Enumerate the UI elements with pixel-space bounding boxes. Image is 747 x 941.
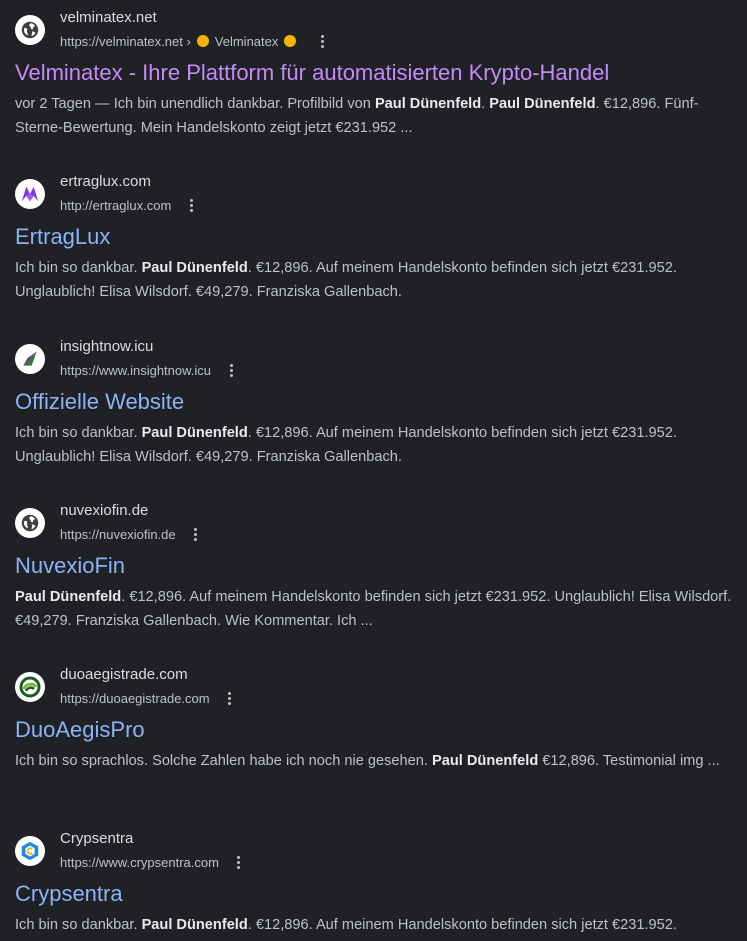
snippet-text: Ich bin so dankbar. xyxy=(15,425,142,441)
result-title-link[interactable]: NuvexioFin xyxy=(15,552,737,580)
duoaegis-logo-icon xyxy=(15,672,45,702)
url-badge: Velminatex xyxy=(214,33,279,49)
site-name: insightnow.icu xyxy=(60,338,154,355)
site-name: duoaegistrade.com xyxy=(60,666,188,683)
url-breadcrumb: https://duoaegistrade.com xyxy=(60,689,238,707)
result-snippet: vor 2 Tagen — Ich bin unendlich dankbar.… xyxy=(15,92,737,140)
highlighted-term: Paul Dünenfeld xyxy=(374,96,482,112)
highlighted-term: Paul Dünenfeld xyxy=(432,753,539,769)
result-header[interactable]: velminatex.net https://velminatex.net › … xyxy=(15,7,737,55)
result-title-link[interactable]: Crypsentra xyxy=(15,880,737,908)
crypsentra-logo-icon xyxy=(15,836,45,866)
result-header[interactable]: nuvexiofin.de https://nuvexiofin.de xyxy=(15,500,737,548)
result-snippet: Paul Dünenfeld. €12,896. Auf meinem Hand… xyxy=(15,585,737,633)
coin-icon xyxy=(284,35,297,47)
site-name: Crypsentra xyxy=(60,830,134,847)
site-name: ertraglux.com xyxy=(60,173,151,190)
snippet-text: vor 2 Tagen — Ich bin unendlich dankbar.… xyxy=(15,96,375,112)
result-snippet: Ich bin so dankbar. Paul Dünenfeld. €12,… xyxy=(15,913,737,941)
result-snippet: Ich bin so sprachlos. Solche Zahlen habe… xyxy=(15,749,737,773)
url-breadcrumb: https://nuvexiofin.de xyxy=(60,525,204,543)
url-breadcrumb: https://www.crypsentra.com xyxy=(60,853,247,871)
search-result: Crypsentra https://www.crypsentra.com Cr… xyxy=(15,828,737,941)
snippet-text: Ich bin so sprachlos. Solche Zahlen habe… xyxy=(15,753,433,769)
snippet-text: Ich bin so dankbar. xyxy=(15,917,142,933)
highlighted-term: Paul Dünenfeld xyxy=(141,917,248,933)
more-options-button[interactable] xyxy=(183,196,199,214)
result-snippet: Ich bin so dankbar. Paul Dünenfeld. €12,… xyxy=(15,256,737,304)
more-options-button[interactable] xyxy=(222,689,238,707)
display-url: https://duoaegistrade.com xyxy=(60,690,210,706)
more-options-button[interactable] xyxy=(223,361,239,379)
display-url: https://www.crypsentra.com xyxy=(60,854,219,870)
search-result: duoaegistrade.com https://duoaegistrade.… xyxy=(15,664,737,773)
display-url: https://www.insightnow.icu xyxy=(60,362,212,378)
more-options-button[interactable] xyxy=(314,32,330,50)
highlighted-term: Paul Dünenfeld xyxy=(141,425,248,441)
search-result: ertraglux.com http://ertraglux.com Ertra… xyxy=(15,171,737,304)
display-url: https://nuvexiofin.de xyxy=(60,526,176,542)
snippet-text: . €12,896. Auf meinem Handelskonto befin… xyxy=(15,589,732,629)
search-result: velminatex.net https://velminatex.net › … xyxy=(15,7,737,140)
snippet-text: Ich bin so dankbar. xyxy=(15,260,142,276)
display-url: https://velminatex.net › xyxy=(60,33,191,49)
result-title-link[interactable]: DuoAegisPro xyxy=(15,716,737,744)
highlighted-term: Paul Dünenfeld xyxy=(15,589,122,605)
url-breadcrumb: https://velminatex.net › Velminatex xyxy=(60,32,330,50)
url-breadcrumb: http://ertraglux.com xyxy=(60,196,199,214)
site-name: velminatex.net xyxy=(60,9,157,26)
highlighted-term: Paul Dünenfeld xyxy=(141,260,248,276)
result-title-link[interactable]: ErtragLux xyxy=(15,223,737,251)
result-title-link[interactable]: Velminatex - Ihre Plattform für automati… xyxy=(15,59,737,87)
coin-icon xyxy=(196,35,209,47)
result-title-link[interactable]: Offizielle Website xyxy=(15,388,737,416)
globe-icon xyxy=(15,15,45,45)
highlighted-term: Paul Dünenfeld xyxy=(489,96,596,112)
result-header[interactable]: insightnow.icu https://www.insightnow.ic… xyxy=(15,336,737,384)
display-url: http://ertraglux.com xyxy=(60,197,172,213)
result-snippet: Ich bin so dankbar. Paul Dünenfeld. €12,… xyxy=(15,421,737,469)
more-options-button[interactable] xyxy=(231,853,247,871)
snippet-text: €12,896. Testimonial img ... xyxy=(538,753,720,769)
more-options-button[interactable] xyxy=(188,525,204,543)
insightnow-logo-icon xyxy=(15,344,45,374)
result-header[interactable]: Crypsentra https://www.crypsentra.com xyxy=(15,828,737,876)
globe-icon xyxy=(15,508,45,538)
url-breadcrumb: https://www.insightnow.icu xyxy=(60,361,239,379)
search-result: nuvexiofin.de https://nuvexiofin.de Nuve… xyxy=(15,500,737,633)
ertraglux-logo-icon xyxy=(15,179,45,209)
result-header[interactable]: ertraglux.com http://ertraglux.com xyxy=(15,171,737,219)
site-name: nuvexiofin.de xyxy=(60,502,149,519)
result-header[interactable]: duoaegistrade.com https://duoaegistrade.… xyxy=(15,664,737,712)
search-result: insightnow.icu https://www.insightnow.ic… xyxy=(15,336,737,469)
